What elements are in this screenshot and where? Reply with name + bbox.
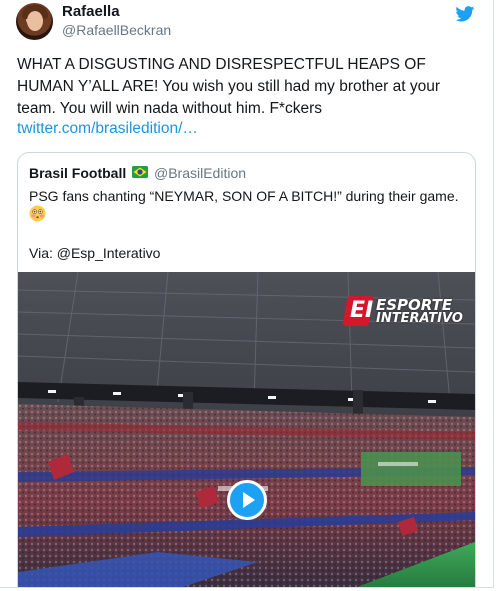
tweet-text: WHAT A DISGUSTING AND DISRESPECTFUL HEAP…	[17, 56, 441, 117]
tweet-card: Rafaella @RafaellBeckran WHAT A DISGUSTI…	[0, 0, 494, 588]
avatar-face	[27, 11, 43, 31]
avatar[interactable]	[16, 3, 53, 40]
quoted-author-handle[interactable]: @BrasilEdition	[154, 165, 246, 181]
video-thumbnail[interactable]: EI ESPORTE INTERATIVO	[18, 272, 475, 587]
author-handle[interactable]: @RafaellBeckran	[62, 22, 171, 38]
quoted-via: Via: @Esp_Interativo	[29, 245, 161, 261]
quoted-tweet[interactable]: Brasil Football @BrasilEdition PSG fans …	[17, 152, 476, 587]
quoted-author-name[interactable]: Brasil Football	[29, 165, 126, 181]
twitter-bird-icon[interactable]	[455, 6, 475, 22]
tweet-link[interactable]: twitter.com/brasiledition/…	[17, 120, 198, 138]
logo-letter: EI	[350, 298, 374, 323]
brazil-flag-icon	[132, 166, 148, 178]
play-icon	[243, 492, 255, 508]
flushed-face-icon	[29, 205, 46, 222]
logo-line2: INTERATIVO	[376, 311, 463, 326]
play-button[interactable]	[227, 480, 267, 520]
quoted-text: PSG fans chanting “NEYMAR, SON OF A BITC…	[29, 188, 459, 204]
author-name[interactable]: Rafaella	[62, 3, 120, 20]
